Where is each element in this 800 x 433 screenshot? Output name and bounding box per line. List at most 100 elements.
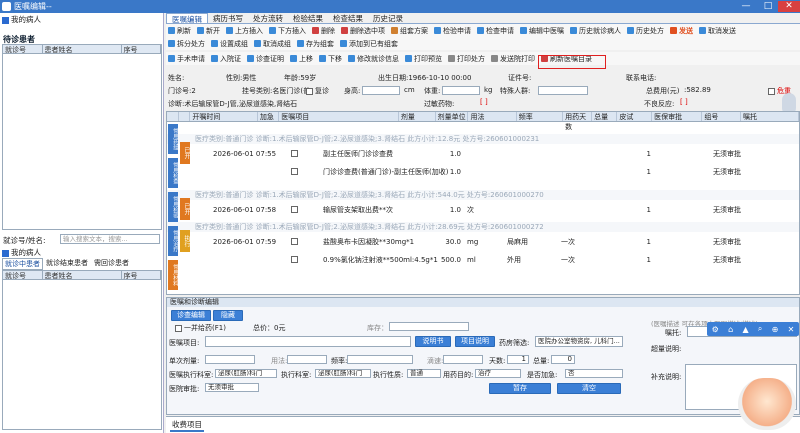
tab-fee-items[interactable]: 收费项目 — [170, 419, 204, 432]
grid-row[interactable]: 执行 2026-06-01 07:59 盐酸奥布卡因凝胶**30mg*1 30.0 mg… — [167, 230, 799, 252]
hide-button[interactable]: 隐藏 — [213, 310, 243, 321]
tab-lab-results[interactable]: 检验结果 — [288, 13, 328, 23]
height-input[interactable] — [362, 86, 400, 95]
one-key-checkbox[interactable]: 一并给药(F1) — [175, 323, 226, 333]
allergy-marker[interactable]: [ ] — [480, 98, 488, 106]
tab-revisit[interactable]: 需回诊患者 — [91, 258, 132, 270]
clear-button[interactable]: 清空 — [557, 383, 621, 394]
side-shortcut-0[interactable]: 常用药组 — [168, 124, 178, 154]
col-seq[interactable]: 序号 — [122, 45, 162, 54]
grid-col-5[interactable]: 用法 — [468, 112, 517, 121]
tool-icon-2[interactable]: ⌂ — [728, 325, 733, 334]
grid-row[interactable]: 已开 2026-06-01 07:55 副主任医师门诊诊查费 1.0 1 无须审批 — [167, 142, 799, 164]
toolbar2-button-3[interactable]: 存为组套 — [297, 38, 334, 49]
search-input[interactable]: 输入搜索文本，搜索... — [60, 234, 160, 244]
days-input[interactable]: 1 — [507, 355, 529, 364]
tab-order-edit[interactable]: 医嘱编辑 — [166, 13, 208, 24]
toolbar3-button-0[interactable]: 手术申请 — [168, 53, 205, 64]
toolbar1-button-4[interactable]: 删除 — [312, 25, 335, 36]
single-dose-input[interactable] — [205, 355, 255, 364]
toolbar3-button-6[interactable]: 打印预览 — [405, 53, 442, 64]
grid-col-11[interactable]: 组号 — [702, 112, 742, 121]
toolbar2-button-1[interactable]: 设置成组 — [211, 38, 248, 49]
toolbar1-button-0[interactable]: 刷新 — [168, 25, 191, 36]
toolbar2-button-0[interactable]: 拆分处方 — [168, 38, 205, 49]
grid-row[interactable]: 门诊诊查费(普通门诊)-副主任医师(加收) 1.0 1 无须审批 — [167, 164, 799, 180]
grid-col-2[interactable]: 医嘱项目 — [279, 112, 399, 121]
grid-col-9[interactable]: 皮试 — [617, 112, 653, 121]
special-select[interactable] — [538, 86, 588, 95]
freq-select[interactable] — [347, 355, 413, 364]
tool-icon-1[interactable]: ⚙ — [712, 325, 719, 334]
grid-row[interactable]: 已开 2026-06-01 07:58 输尿管支架取出费**次 1.0 次 1 无须审批 — [167, 198, 799, 220]
toolbar1-button-1[interactable]: 新开 — [197, 25, 220, 36]
grid-col-7[interactable]: 用药天数 — [563, 112, 593, 131]
exec-prop-select[interactable]: 普通 — [407, 369, 441, 378]
my-patients-checkbox-2[interactable]: 我的病人 — [2, 247, 41, 258]
toolbar2-button-2[interactable]: 取消成组 — [254, 38, 291, 49]
close-icon[interactable]: ✕ — [788, 325, 795, 334]
weight-input[interactable] — [442, 86, 480, 95]
waiting-grid-body[interactable] — [2, 54, 162, 230]
tab-exam-results[interactable]: 检查结果 — [328, 13, 368, 23]
grid-row[interactable]: 0.9%氯化钠注射液**500ml:4.5g*1 500.0 ml 外用 一次 1 无须审批 — [167, 252, 799, 268]
urgent-checkbox[interactable] — [291, 256, 298, 263]
toolbar3-button-1[interactable]: 入院证 — [211, 53, 241, 64]
col-patient-name[interactable]: 患者姓名 — [43, 45, 122, 54]
floating-tool-bar[interactable]: ⚙ ⌂ ▲ ⌕ ⊕ ✕ — [707, 322, 799, 336]
grid-col-0[interactable]: 开嘱时间 — [190, 112, 258, 121]
col-visit-no[interactable]: 就诊号 — [3, 45, 43, 54]
close-button[interactable]: ✕ — [778, 1, 800, 12]
grid-col-10[interactable]: 医保审批 — [652, 112, 703, 121]
grid-col-4[interactable]: 剂量单位 — [436, 112, 469, 121]
total-qty-input[interactable]: 0 — [551, 355, 575, 364]
minimize-button[interactable]: — — [735, 1, 757, 12]
grid-col-1[interactable]: 加急 — [258, 112, 280, 121]
tab-record-writing[interactable]: 病历书写 — [208, 13, 248, 23]
search-icon[interactable]: ⌕ — [758, 324, 762, 334]
col-seq-2[interactable]: 序号 — [122, 271, 162, 280]
toolbar1-button-9[interactable]: 编辑中医嘱 — [520, 25, 564, 36]
visit-grid-body[interactable] — [2, 280, 162, 430]
pharm-select[interactable]: 医院办公室物资房, 儿科门... — [535, 336, 623, 347]
tab-history[interactable]: 历史记录 — [368, 13, 408, 23]
toolbar1-button-8[interactable]: 检查申请 — [477, 25, 514, 36]
toolbar1-button-10[interactable]: 历史就诊病人 — [570, 25, 621, 36]
exec-dept-select[interactable]: 泌尿(肛肠)科门 — [215, 369, 277, 378]
tab-visit-ended[interactable]: 就诊结束患者 — [43, 258, 91, 270]
grid-col-12[interactable]: 嘱托 — [741, 112, 799, 121]
side-shortcut-2[interactable]: 常用检验 — [168, 192, 178, 222]
exec-dept2-select[interactable]: 泌尿(肛肠)科门 — [315, 369, 371, 378]
tab-prescription-flow[interactable]: 处方流转 — [248, 13, 288, 23]
side-shortcut-4[interactable]: 常用材料 — [168, 260, 178, 290]
drip-input[interactable] — [443, 355, 483, 364]
tab-in-visit[interactable]: 就诊中患者 — [2, 258, 43, 270]
toolbar1-button-3[interactable]: 下方插入 — [269, 25, 306, 36]
urgent-checkbox[interactable] — [291, 238, 298, 245]
adverse-marker[interactable]: [ ] — [680, 98, 688, 106]
recheck-checkbox[interactable]: 复诊 — [306, 86, 329, 96]
urgent-select[interactable]: 否 — [565, 369, 623, 378]
save-draft-button[interactable]: 暂存 — [489, 383, 551, 394]
usage-select[interactable] — [287, 355, 327, 364]
maximize-button[interactable]: □ — [757, 1, 779, 12]
zoom-icon[interactable]: ⊕ — [772, 325, 779, 334]
edit-button[interactable]: 诊查编辑 — [171, 310, 211, 321]
item-input[interactable] — [205, 336, 411, 347]
toolbar1-button-2[interactable]: 上方插入 — [226, 25, 263, 36]
grid-col-8[interactable]: 总量 — [592, 112, 618, 121]
toolbar1-button-5[interactable]: 删除选中项 — [341, 25, 385, 36]
side-shortcut-1[interactable]: 常用检查 — [168, 158, 178, 188]
toolbar3-button-8[interactable]: 发送院打印 — [491, 53, 535, 64]
purpose-select[interactable]: 治疗 — [475, 369, 521, 378]
toolbar1-button-12[interactable]: 发送 — [670, 25, 693, 36]
approval-select[interactable]: 无须审批 — [205, 383, 259, 392]
mascot-icon[interactable] — [738, 378, 796, 430]
desc-button[interactable]: 说明书 — [415, 336, 451, 347]
grid-col-6[interactable]: 频率 — [517, 112, 564, 121]
toolbar1-button-7[interactable]: 检验申请 — [434, 25, 471, 36]
my-patients-checkbox[interactable]: 我的病人 — [2, 14, 41, 25]
toolbar3-button-7[interactable]: 打印处方 — [448, 53, 485, 64]
item-desc-button[interactable]: 项目说明 — [455, 336, 495, 347]
toolbar2-button-4[interactable]: 添加到已有组套 — [340, 38, 398, 49]
